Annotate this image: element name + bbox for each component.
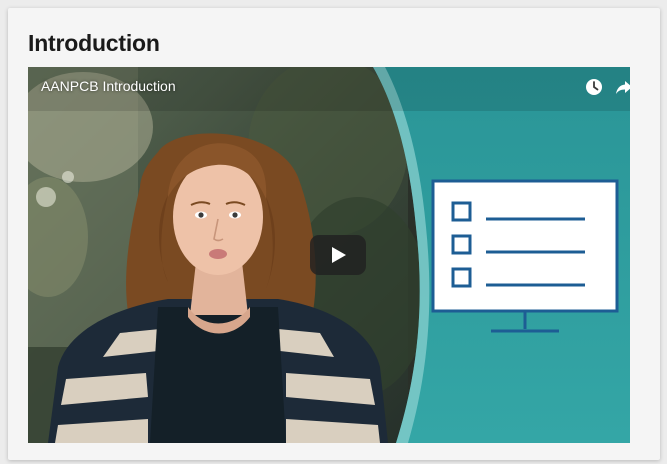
share-icon[interactable] [614,77,630,97]
play-icon [332,247,346,263]
checklist-monitor-illustration [431,179,619,333]
play-button[interactable] [310,235,366,275]
intro-card: Introduction AANPCB Introduction [8,8,660,460]
video-player[interactable]: AANPCB Introduction [28,67,630,443]
section-title: Introduction [28,30,160,56]
video-title[interactable]: AANPCB Introduction [41,78,176,94]
clock-icon[interactable] [584,77,604,97]
